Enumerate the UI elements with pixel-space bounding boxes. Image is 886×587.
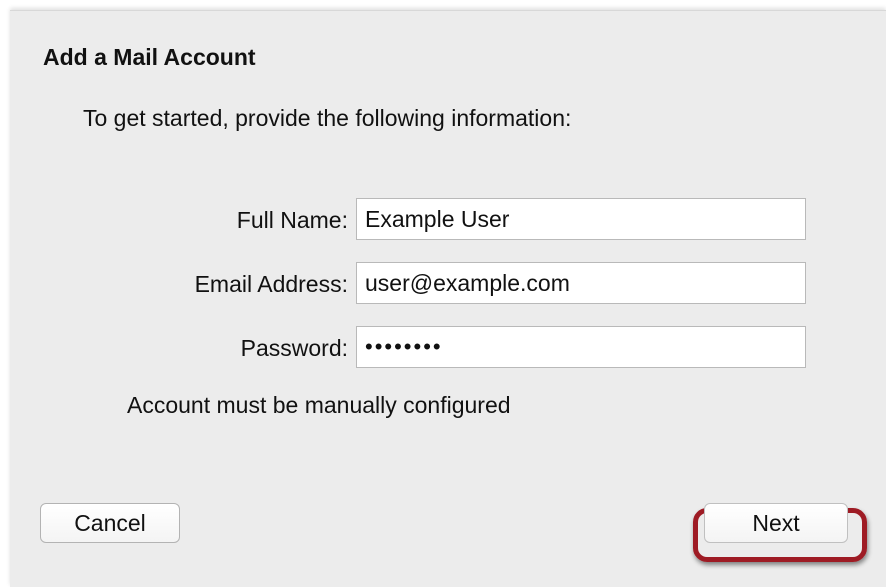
email-address-label: Email Address: bbox=[194, 271, 348, 297]
dialog-intro-text: To get started, provide the following in… bbox=[83, 105, 572, 131]
next-button[interactable]: Next bbox=[704, 503, 848, 543]
status-message: Account must be manually configured bbox=[127, 392, 511, 418]
password-input[interactable] bbox=[356, 326, 806, 368]
password-label: Password: bbox=[240, 335, 348, 361]
email-address-input[interactable] bbox=[356, 262, 806, 304]
full-name-input[interactable] bbox=[356, 198, 806, 240]
full-name-label: Full Name: bbox=[236, 207, 348, 233]
cancel-button[interactable]: Cancel bbox=[40, 503, 180, 543]
dialog-title: Add a Mail Account bbox=[43, 44, 256, 70]
dialog-top-divider bbox=[10, 10, 886, 11]
